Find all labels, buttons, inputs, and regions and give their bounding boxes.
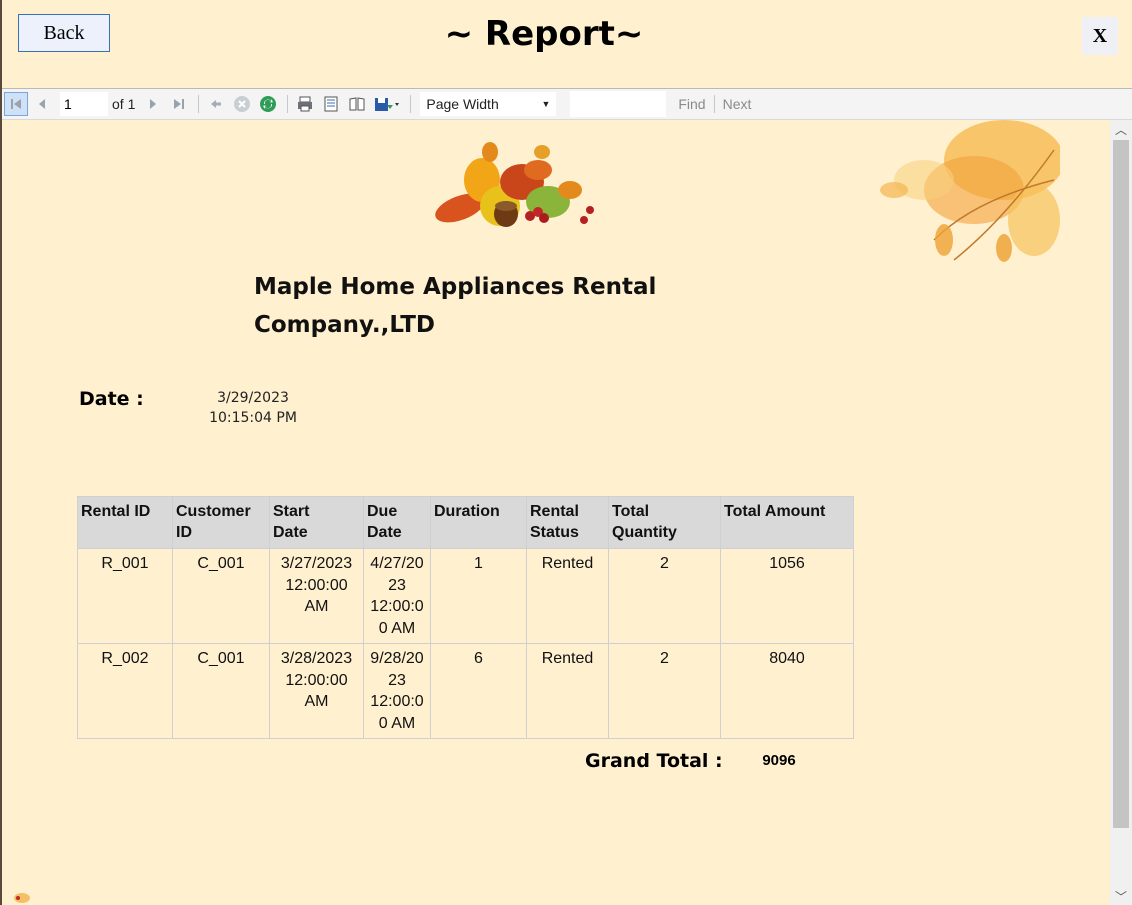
chevron-down-icon: ▼ bbox=[541, 99, 551, 109]
page-setup-icon[interactable] bbox=[345, 92, 369, 116]
first-page-icon[interactable] bbox=[4, 92, 28, 116]
cell-due-date: 9/28/20 23 12:00:0 0 AM bbox=[363, 643, 431, 739]
grand-total-value: 9096 bbox=[762, 752, 796, 769]
cell-customer-id: C_001 bbox=[172, 548, 270, 644]
cell-quantity: 2 bbox=[608, 548, 721, 644]
col-header-duration: Duration bbox=[430, 496, 527, 549]
cell-start-date: 3/27/2023 12:00:00 AM bbox=[269, 548, 364, 644]
col-header-total-quantity: Total Quantity bbox=[608, 496, 721, 549]
table-header-row: Rental ID Customer ID Start Date Due Date D… bbox=[77, 496, 854, 549]
scroll-thumb[interactable] bbox=[1113, 140, 1129, 828]
col-header-due-date: Due Date bbox=[363, 496, 431, 549]
print-icon[interactable] bbox=[293, 92, 317, 116]
col-header-total-amount: Total Amount bbox=[720, 496, 854, 549]
col-header-rental-status: Rental Status bbox=[526, 496, 609, 549]
next-page-icon[interactable] bbox=[141, 92, 165, 116]
col-header-rental-id: Rental ID bbox=[77, 496, 173, 549]
cell-customer-id: C_001 bbox=[172, 643, 270, 739]
page-number-input[interactable] bbox=[60, 92, 108, 116]
previous-page-icon[interactable] bbox=[30, 92, 54, 116]
page-title: ~ Report~ bbox=[444, 14, 644, 54]
rental-table: Rental ID Customer ID Start Date Due Date D… bbox=[77, 496, 854, 739]
find-link[interactable]: Find bbox=[678, 96, 705, 112]
col-header-customer-id: Customer ID bbox=[172, 496, 270, 549]
cell-quantity: 2 bbox=[608, 643, 721, 739]
scroll-up-icon[interactable]: ︿ bbox=[1110, 120, 1132, 138]
cell-due-date: 4/27/20 23 12:00:0 0 AM bbox=[363, 548, 431, 644]
report-date-day: 3/29/2023 bbox=[217, 390, 289, 406]
grand-total-label: Grand Total : bbox=[585, 750, 723, 772]
toolbar-divider bbox=[287, 95, 289, 113]
company-name: Maple Home Appliances Rental Company.,LT… bbox=[254, 268, 674, 344]
cell-amount: 1056 bbox=[720, 548, 854, 644]
find-input[interactable] bbox=[570, 91, 667, 117]
company-name-line2: Company.,LTD bbox=[254, 312, 435, 338]
vertical-scrollbar[interactable]: ︿ ﹀ bbox=[1110, 120, 1132, 905]
leaf-ornament-icon bbox=[14, 893, 30, 903]
refresh-icon[interactable] bbox=[256, 92, 280, 116]
cell-rental-id: R_001 bbox=[77, 548, 173, 644]
table-row: R_001 C_001 3/27/2023 12:00:00 AM 4/27/20 2… bbox=[77, 548, 854, 644]
page-count-label: of 1 bbox=[112, 96, 136, 112]
chevron-down-icon[interactable]: ﹀ bbox=[1110, 887, 1132, 905]
print-layout-icon[interactable] bbox=[319, 92, 343, 116]
toolbar-divider bbox=[410, 95, 412, 113]
last-page-icon[interactable] bbox=[167, 92, 191, 116]
toolbar-divider bbox=[198, 95, 200, 113]
cell-start-date: 3/28/2023 12:00:00 AM bbox=[269, 643, 364, 739]
stop-icon[interactable] bbox=[230, 92, 254, 116]
export-save-icon[interactable] bbox=[371, 92, 403, 116]
zoom-select[interactable]: Page Width ▼ bbox=[420, 92, 557, 116]
title-bar: Back ~ Report~ X bbox=[2, 0, 1132, 88]
watercolor-leaves-image bbox=[880, 120, 1060, 262]
next-link[interactable]: Next bbox=[723, 96, 752, 112]
back-arrow-icon[interactable] bbox=[204, 92, 228, 116]
col-header-start-date: Start Date bbox=[269, 496, 364, 549]
cell-status: Rented bbox=[526, 643, 609, 739]
cell-duration: 6 bbox=[430, 643, 527, 739]
autumn-leaves-image bbox=[435, 142, 594, 227]
report-toolbar: of 1 Page Width ▼ Find Next bbox=[2, 88, 1132, 120]
zoom-value: Page Width bbox=[426, 96, 499, 112]
date-label: Date : bbox=[79, 388, 144, 410]
cell-amount: 8040 bbox=[720, 643, 854, 739]
close-button[interactable]: X bbox=[1082, 17, 1118, 55]
report-page: Maple Home Appliances Rental Company.,LT… bbox=[2, 120, 1110, 905]
company-name-line1: Maple Home Appliances Rental bbox=[254, 274, 657, 300]
table-row: R_002 C_001 3/28/2023 12:00:00 AM 9/28/20 2… bbox=[77, 643, 854, 739]
cell-status: Rented bbox=[526, 548, 609, 644]
cell-rental-id: R_002 bbox=[77, 643, 173, 739]
report-date-time: 10:15:04 PM bbox=[209, 410, 297, 426]
cell-duration: 1 bbox=[430, 548, 527, 644]
toolbar-divider bbox=[713, 95, 715, 113]
report-date: 3/29/2023 10:15:04 PM bbox=[198, 388, 308, 428]
